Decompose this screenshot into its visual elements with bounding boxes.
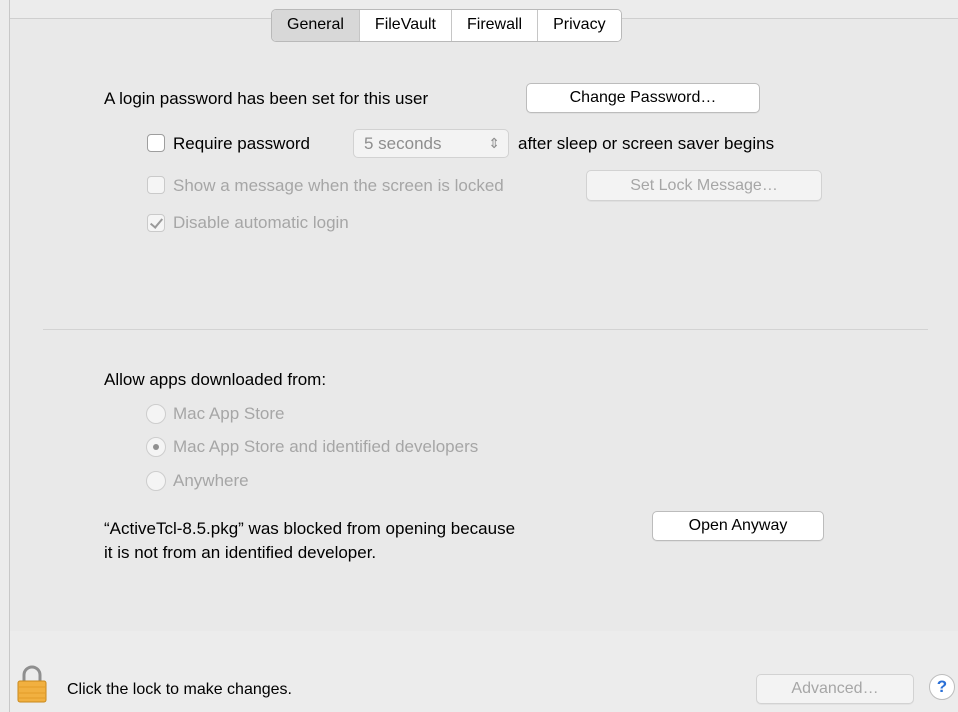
require-password-suffix: after sleep or screen saver begins — [518, 134, 775, 153]
radio-anywhere-label: Anywhere — [173, 471, 249, 490]
radio-selected-dot — [153, 444, 159, 450]
help-button[interactable]: ? — [929, 674, 955, 700]
require-password-checkbox[interactable] — [147, 134, 165, 152]
radio-anywhere[interactable] — [146, 471, 166, 491]
tab-firewall[interactable]: Firewall — [451, 10, 539, 41]
section-divider — [43, 329, 928, 330]
tab-filevault[interactable]: FileVault — [359, 10, 452, 41]
lock-icon[interactable] — [16, 664, 48, 704]
lock-status-text: Click the lock to make changes. — [67, 681, 292, 698]
radio-mac-app-store-label: Mac App Store — [173, 404, 285, 423]
password-delay-value: 5 seconds — [364, 134, 442, 153]
show-message-checkbox[interactable] — [147, 176, 165, 194]
require-password-label: Require password — [173, 134, 311, 153]
blocked-message-line1: “ActiveTcl-8.5.pkg” was blocked from ope… — [104, 519, 516, 538]
tab-general[interactable]: General — [272, 10, 360, 41]
tab-privacy[interactable]: Privacy — [538, 10, 621, 41]
disable-auto-login-checkbox[interactable] — [147, 214, 165, 232]
disable-auto-login-label: Disable automatic login — [173, 213, 349, 232]
radio-identified-developers[interactable] — [146, 437, 166, 457]
allow-apps-heading: Allow apps downloaded from: — [104, 370, 327, 389]
checkmark-icon — [149, 215, 164, 229]
chevron-updown-icon: ⇕ — [488, 135, 500, 151]
blocked-message-line2: it is not from an identified developer. — [104, 543, 377, 562]
change-password-button[interactable]: Change Password… — [526, 83, 760, 113]
radio-mac-app-store[interactable] — [146, 404, 166, 424]
password-delay-select[interactable]: 5 seconds ⇕ — [353, 129, 509, 158]
tab-bar: General FileVault Firewall Privacy — [271, 9, 622, 42]
radio-identified-developers-label: Mac App Store and identified developers — [173, 437, 479, 456]
login-password-label: A login password has been set for this u… — [104, 89, 429, 108]
set-lock-message-button[interactable]: Set Lock Message… — [586, 170, 822, 201]
show-message-label: Show a message when the screen is locked — [173, 176, 504, 195]
open-anyway-button[interactable]: Open Anyway — [652, 511, 824, 541]
advanced-button[interactable]: Advanced… — [756, 674, 914, 704]
